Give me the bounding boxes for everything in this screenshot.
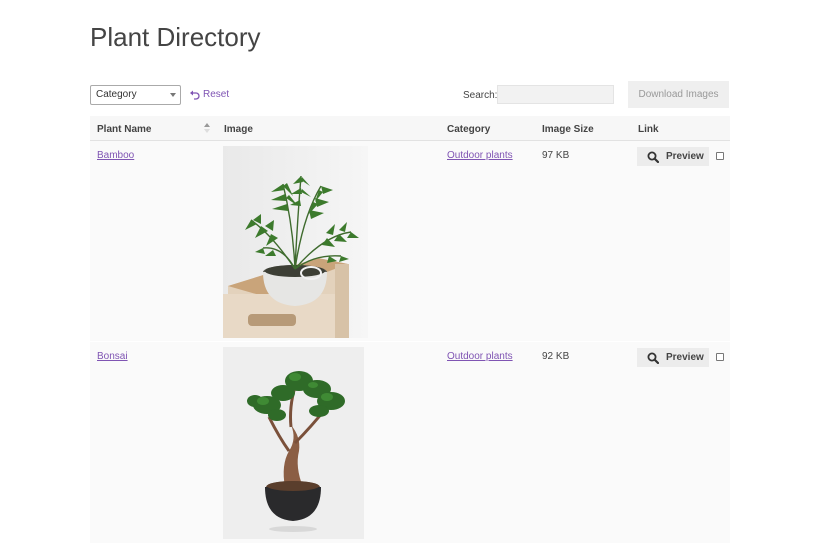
search-label: Search: (463, 90, 498, 101)
preview-button[interactable]: Preview (637, 348, 709, 367)
column-header-image: Image (224, 124, 253, 135)
category-filter-select[interactable]: Category (90, 85, 181, 105)
sort-ascending-icon[interactable] (204, 123, 210, 133)
column-header-image-size[interactable]: Image Size (542, 124, 594, 135)
search-icon (647, 352, 659, 364)
category-link[interactable]: Outdoor plants (447, 351, 513, 362)
reset-label: Reset (203, 89, 230, 100)
plant-name-link[interactable]: Bamboo (97, 150, 134, 161)
table-row: Bamboo Outdoor plants 97 KB Preview (90, 141, 730, 342)
bamboo-palm-photo (223, 146, 368, 338)
column-header-category[interactable]: Category (447, 124, 490, 135)
table-header: Plant Name Image Category Image Size Lin… (90, 116, 730, 141)
category-link[interactable]: Outdoor plants (447, 150, 513, 161)
table-toolbar: Category Reset Search: Download Images (90, 80, 730, 110)
plant-image[interactable] (223, 347, 364, 539)
image-size: 97 KB (542, 150, 570, 161)
column-header-link: Link (638, 124, 659, 135)
column-header-plant-name[interactable]: Plant Name (97, 124, 151, 135)
chevron-down-icon (170, 93, 176, 97)
search-icon (647, 151, 659, 163)
preview-label: Preview (666, 151, 704, 162)
image-size: 92 KB (542, 351, 570, 362)
plant-image[interactable] (223, 146, 368, 338)
search-input[interactable] (497, 85, 614, 104)
table-row: Bonsai Outdoor plants 92 KB Preview (90, 342, 730, 544)
page-title: Plant Directory (90, 22, 261, 52)
category-select-value: Category (96, 89, 137, 100)
plant-name-link[interactable]: Bonsai (97, 351, 128, 362)
bonsai-tree-photo (223, 347, 364, 539)
reset-link[interactable]: Reset (189, 89, 229, 100)
row-select-checkbox[interactable] (716, 152, 724, 160)
plant-table: Plant Name Image Category Image Size Lin… (90, 116, 730, 544)
preview-button[interactable]: Preview (637, 147, 709, 166)
row-select-checkbox[interactable] (716, 353, 724, 361)
preview-label: Preview (666, 352, 704, 363)
download-images-button[interactable]: Download Images (628, 81, 729, 108)
undo-icon (190, 90, 200, 100)
